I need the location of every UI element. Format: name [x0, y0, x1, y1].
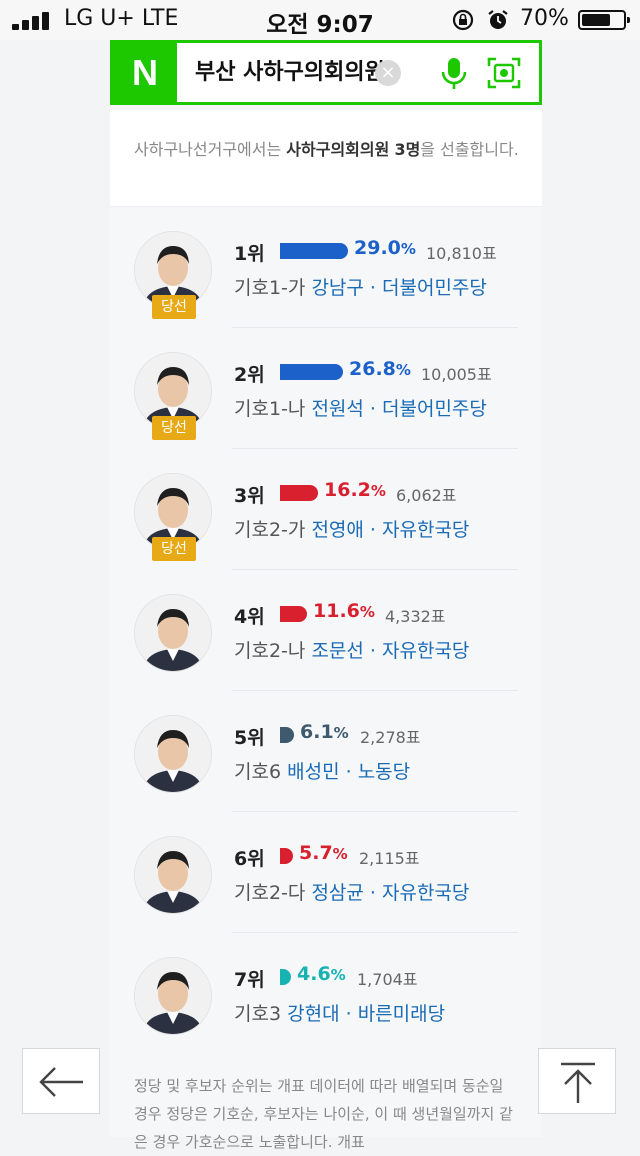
alarm-icon	[488, 10, 508, 29]
separator: ·	[363, 398, 383, 420]
vote-count: 1,704표	[357, 970, 418, 989]
camera-search-icon[interactable]	[487, 57, 521, 89]
vote-share-bar	[280, 485, 318, 501]
arrow-up-icon	[561, 1062, 595, 1103]
party-name[interactable]: 노동당	[358, 761, 410, 783]
candidate-photo[interactable]	[134, 715, 212, 793]
vote-percent: 6.1%	[300, 721, 349, 743]
ballot-number: 기호6	[234, 761, 282, 783]
candidate-list: 당선 1위 29.0% 10,810표 기호1-가 강남구 · 더불어민주당 당선 2위 26…	[110, 206, 542, 1137]
candidate-info: 기호3 강현대 · 바른미래당	[234, 999, 445, 1026]
party-name[interactable]: 자유한국당	[382, 519, 469, 541]
microphone-icon[interactable]	[439, 57, 469, 91]
search-input[interactable]: 부산 사하구의회의원	[195, 43, 385, 102]
vote-share-bar	[280, 243, 348, 259]
scroll-top-button[interactable]	[538, 1048, 616, 1114]
vote-percent: 26.8%	[349, 358, 411, 380]
candidate-rank: 1위	[234, 243, 265, 265]
candidate-row[interactable]: 7위 4.6% 1,704표기호3 강현대 · 바른미래당	[110, 933, 542, 1054]
ballot-number: 기호2-다	[234, 882, 306, 904]
vote-share-bar	[280, 606, 307, 622]
vote-share-bar	[280, 364, 343, 380]
candidate-name[interactable]: 정삼균	[311, 882, 363, 904]
candidate-name[interactable]: 강남구	[311, 277, 363, 299]
party-name[interactable]: 바른미래당	[358, 1003, 445, 1025]
candidate-photo[interactable]	[134, 836, 212, 914]
vote-percent: 4.6%	[297, 963, 346, 985]
election-result-card: 사하구나선거구에서는 사하구의회의원 3명을 선출합니다. 당선 1위 29.0% 1…	[110, 110, 542, 1151]
battery-icon	[578, 10, 630, 30]
ballot-number: 기호3	[234, 1003, 282, 1025]
elected-badge: 당선	[152, 416, 196, 440]
candidate-info: 기호1-나 전원석 · 더불어민주당	[234, 394, 487, 421]
clear-icon[interactable]: ×	[375, 60, 401, 86]
vote-count: 10,810표	[426, 244, 497, 263]
vote-percent: 5.7%	[299, 842, 348, 864]
vote-percent: 11.6%	[313, 600, 375, 622]
separator: ·	[363, 277, 383, 299]
candidate-info: 기호2-다 정삼균 · 자유한국당	[234, 878, 469, 905]
vote-count: 6,062표	[396, 486, 457, 505]
vote-percent: 29.0%	[354, 237, 416, 259]
candidate-rank: 4위	[234, 606, 265, 628]
candidate-photo[interactable]	[134, 594, 212, 672]
candidate-rank: 2위	[234, 364, 265, 386]
naver-logo[interactable]: N	[113, 43, 177, 102]
candidate-info: 기호2-가 전영애 · 자유한국당	[234, 515, 469, 542]
separator: ·	[339, 761, 358, 783]
vote-share-bar	[280, 969, 291, 985]
vote-count: 4,332표	[385, 607, 446, 626]
back-button[interactable]	[22, 1048, 100, 1114]
candidate-name[interactable]: 조문선	[311, 640, 363, 662]
status-bar: LG U+ LTE 오전 9:07 70%	[0, 0, 640, 40]
ballot-number: 기호1-나	[234, 398, 306, 420]
elected-badge: 당선	[152, 537, 196, 561]
candidate-name[interactable]: 전원석	[311, 398, 363, 420]
candidate-row[interactable]: 4위 11.6% 4,332표기호2-나 조문선 · 자유한국당	[110, 570, 542, 691]
district-intro: 사하구나선거구에서는 사하구의회의원 3명을 선출합니다.	[134, 140, 519, 159]
candidate-info: 기호6 배성민 · 노동당	[234, 757, 410, 784]
candidate-info: 기호2-나 조문선 · 자유한국당	[234, 636, 469, 663]
candidate-name[interactable]: 전영애	[311, 519, 363, 541]
elected-badge: 당선	[152, 295, 196, 319]
candidate-rank: 3위	[234, 485, 265, 507]
back-arrow-icon	[39, 1067, 83, 1097]
ballot-number: 기호2-가	[234, 519, 306, 541]
separator: ·	[363, 640, 383, 662]
vote-count: 2,115표	[359, 849, 420, 868]
candidate-photo[interactable]	[134, 957, 212, 1035]
separator: ·	[339, 1003, 358, 1025]
battery-percent: 70%	[520, 6, 569, 31]
ranking-footnote: 정당 및 후보자 순위는 개표 데이터에 따라 배열되며 동순일 경우 정당은 …	[134, 1077, 513, 1151]
vote-share-bar	[280, 848, 293, 864]
ballot-number: 기호1-가	[234, 277, 306, 299]
party-name[interactable]: 자유한국당	[382, 640, 469, 662]
candidate-rank: 6위	[234, 848, 265, 870]
candidate-row[interactable]: 6위 5.7% 2,115표기호2-다 정삼균 · 자유한국당	[110, 812, 542, 933]
separator: ·	[363, 882, 383, 904]
vote-count: 10,005표	[421, 365, 492, 384]
search-bar: N 부산 사하구의회의원 ×	[110, 40, 542, 105]
candidate-row[interactable]: 당선 1위 29.0% 10,810표기호1-가 강남구 · 더불어민주당	[110, 207, 542, 328]
vote-share-bar	[280, 727, 294, 743]
candidate-name[interactable]: 강현대	[287, 1003, 339, 1025]
ballot-number: 기호2-나	[234, 640, 306, 662]
vote-percent: 16.2%	[324, 479, 386, 501]
party-name[interactable]: 더불어민주당	[382, 398, 487, 420]
rotation-lock-icon	[452, 9, 474, 31]
party-name[interactable]: 자유한국당	[382, 882, 469, 904]
candidate-name[interactable]: 배성민	[287, 761, 339, 783]
candidate-rank: 5위	[234, 727, 265, 749]
candidate-row[interactable]: 당선 2위 26.8% 10,005표기호1-나 전원석 · 더불어민주당	[110, 328, 542, 449]
vote-count: 2,278표	[360, 728, 421, 747]
candidate-rank: 7위	[234, 969, 265, 991]
candidate-row[interactable]: 당선 3위 16.2% 6,062표기호2-가 전영애 · 자유한국당	[110, 449, 542, 570]
candidate-info: 기호1-가 강남구 · 더불어민주당	[234, 273, 487, 300]
separator: ·	[363, 519, 383, 541]
party-name[interactable]: 더불어민주당	[382, 277, 487, 299]
candidate-row[interactable]: 5위 6.1% 2,278표기호6 배성민 · 노동당	[110, 691, 542, 812]
